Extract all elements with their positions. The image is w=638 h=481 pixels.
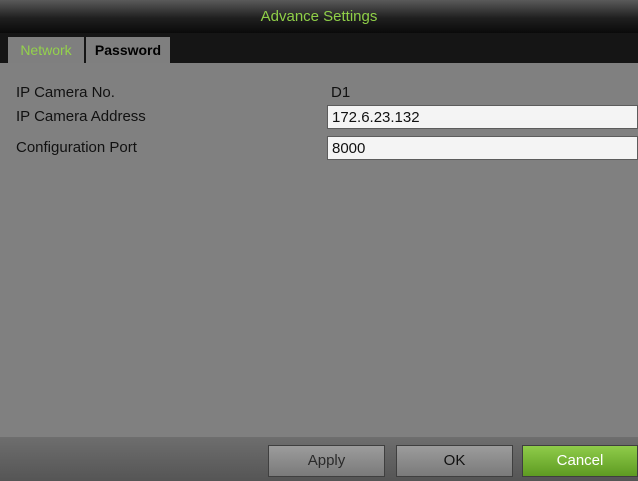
advance-settings-dialog: Advance Settings Network Password IP Cam… xyxy=(0,0,638,481)
tab-password[interactable]: Password xyxy=(86,37,170,63)
cancel-button[interactable]: Cancel xyxy=(522,445,638,477)
camera-address-row: IP Camera Address xyxy=(0,105,638,129)
apply-button[interactable]: Apply xyxy=(268,445,385,477)
dialog-title: Advance Settings xyxy=(0,0,638,33)
camera-no-value: D1 xyxy=(331,84,351,101)
config-port-label: Configuration Port xyxy=(16,139,137,156)
config-port-input[interactable] xyxy=(327,136,638,160)
button-bar: Apply OK Cancel xyxy=(0,437,638,481)
config-port-row: Configuration Port xyxy=(0,136,638,160)
camera-no-row: IP Camera No. D1 xyxy=(0,81,638,105)
camera-address-label: IP Camera Address xyxy=(16,108,146,125)
tab-network[interactable]: Network xyxy=(8,37,84,63)
ok-button[interactable]: OK xyxy=(396,445,513,477)
tab-bar: Network Password xyxy=(0,33,638,63)
network-settings-panel: IP Camera No. D1 IP Camera Address Confi… xyxy=(0,63,638,437)
camera-address-input[interactable] xyxy=(327,105,638,129)
camera-no-label: IP Camera No. xyxy=(16,84,115,101)
